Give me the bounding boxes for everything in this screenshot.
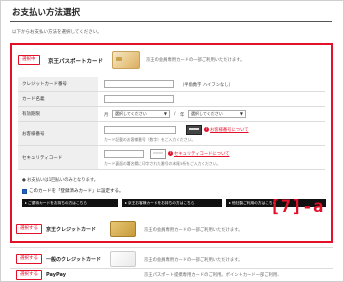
row-member-no: お客様番号 ? お客様番号について カード記載のお客様番号（数字）をご入力くださ…: [18, 122, 325, 146]
chevron-down-icon: ▼: [239, 111, 243, 116]
card-image: [110, 251, 136, 267]
security-code-input[interactable]: [104, 150, 144, 158]
select-button[interactable]: 選択する: [16, 270, 42, 280]
member-no-input[interactable]: [104, 126, 176, 134]
expiry-year-select[interactable]: 選択してください ▼: [188, 110, 246, 118]
card-image: [112, 51, 140, 69]
expiry-year-prefix: 年: [180, 113, 185, 118]
card-holder-input[interactable]: [104, 95, 174, 103]
expiry-year-value: 選択してください: [191, 111, 223, 116]
selected-card-note: 京王の会員専用カードの一部ご利用いただけます。: [146, 58, 245, 63]
label-security-code: セキュリティコード: [18, 146, 98, 169]
option-note: 京王の会員専用カードの一部ご利用いただけます。: [144, 258, 243, 263]
option-note: 京王パスポート提携専用カードのご利用。ポイントカード一部ご利用、: [144, 273, 282, 278]
title-divider: [10, 21, 332, 22]
expiry-month-prefix: 月: [104, 113, 109, 118]
page-lead: 以下からお支払い方法を選択してください。: [12, 30, 102, 35]
member-no-note: カード記載のお客様番号（数字）をご入力ください。: [104, 137, 196, 142]
card-number-input[interactable]: [104, 80, 174, 88]
select-button[interactable]: 選択する: [16, 224, 42, 234]
member-no-help-link[interactable]: お客様番号について: [210, 127, 249, 133]
payment-notice: ● お支払いは1回払いのみとなります。: [22, 178, 99, 183]
payment-option-paypay[interactable]: 選択する PayPay 京王パスポート提携専用カードのご利用。ポイントカード一部…: [10, 269, 333, 282]
chevron-down-icon: ▼: [163, 111, 167, 116]
payment-option-keio-credit[interactable]: 選択する 京王クレジットカード 京王の会員専用カードの一部ご利用いただけます。: [10, 219, 333, 239]
help-icon: ?: [168, 151, 173, 156]
expiry-separator: /: [174, 112, 176, 117]
register-card-label: このカードを「登録済みカード」に設定する。: [29, 189, 124, 194]
label-card-number: クレジットカード番号: [18, 77, 98, 91]
yutai-card-button-label: ご優待カードをお持ちの方はこちら: [28, 201, 88, 205]
card-number-hint: （半角数字 ハイフンなし）: [180, 83, 233, 88]
selected-card-header: 選択中 京王パスポートカード 京王の会員専用カードの一部ご利用いただけます。: [12, 45, 331, 75]
row-card-number: クレジットカード番号 （半角数字 ハイフンなし）: [18, 77, 325, 92]
select-button[interactable]: 選択する: [16, 254, 42, 264]
label-member-no: お客様番号: [18, 122, 98, 145]
keio-customer-card-button-label: 京王お客様カードをお持ちの方はこちら: [128, 201, 195, 205]
annotation-tag: [7]-a: [270, 197, 324, 217]
member-card-icon: [186, 125, 202, 135]
help-icon: ?: [204, 127, 209, 132]
register-card-checkbox[interactable]: [22, 189, 27, 194]
option-title: 京王クレジットカード: [46, 227, 97, 233]
option-title: 一般のクレジットカード: [46, 257, 102, 263]
keio-customer-card-button[interactable]: ▸ 京王お客様カードをお持ちの方はこちら: [122, 199, 222, 207]
expiry-month-select[interactable]: 選択してください ▼: [112, 110, 170, 118]
selected-card-title: 京王パスポートカード: [48, 59, 104, 65]
yutai-card-button[interactable]: ▸ ご優待カードをお持ちの方はこちら: [22, 199, 118, 207]
row-security-code: セキュリティコード ? セキュリティコードについて カード裏面の署名欄に印字され…: [18, 146, 325, 170]
card-image: [110, 221, 136, 237]
security-code-help-link[interactable]: セキュリティコードについて: [174, 151, 229, 157]
security-code-note: カード裏面の署名欄に印字された番号の末尾3桁をご入力ください。: [104, 161, 221, 166]
option-title: PayPay: [46, 272, 67, 278]
page-title: お支払い方法選択: [12, 8, 81, 18]
expiry-month-value: 選択してください: [115, 111, 147, 116]
payment-option-general-credit[interactable]: 選択する 一般のクレジットカード 京王の会員専用カードの一部ご利用いただけます。: [10, 249, 333, 269]
selected-badge: 選択中: [18, 55, 40, 65]
label-card-holder: カード名義: [18, 92, 98, 106]
payment-notice-text: お支払いは1回払いのみとなります。: [27, 178, 99, 183]
divider: [10, 247, 333, 248]
row-card-holder: カード名義: [18, 92, 325, 107]
label-expiry: 有効期限: [18, 107, 98, 121]
row-expiry: 有効期限 月 選択してください ▼ / 年 選択してください ▼: [18, 107, 325, 122]
option-note: 京王の会員専用カードの一部ご利用いただけます。: [144, 228, 243, 233]
card-back-icon: [150, 149, 166, 159]
